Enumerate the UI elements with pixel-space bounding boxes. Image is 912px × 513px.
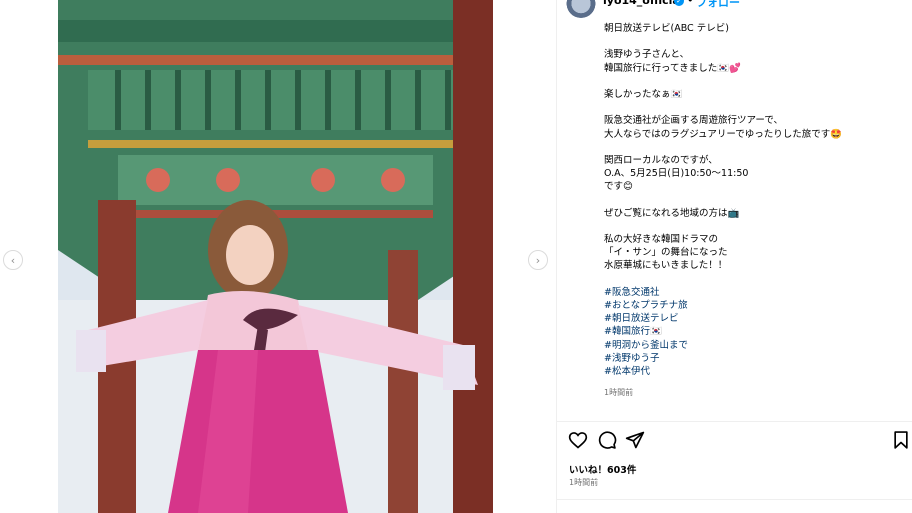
caption-line: 「イ・サン」の舞台になった — [604, 247, 728, 259]
next-arrow-icon[interactable]: › — [528, 250, 548, 270]
caption-timestamp: 1時間前 — [604, 388, 634, 397]
action-bar — [557, 430, 912, 452]
caption-gap — [604, 141, 904, 154]
caption-line: 水原華城にもいきました！！ — [604, 260, 728, 272]
post-sidebar: iyo14_official ✓ • フォロー ••• 朝日放送テレビ(ABC … — [556, 0, 912, 513]
caption-line: ぜひご覧になれる地域の方は📺 — [604, 207, 740, 219]
username-link[interactable]: iyo14_official — [603, 0, 684, 7]
caption-gap — [604, 273, 904, 286]
comment-icon[interactable] — [597, 430, 617, 450]
previous-arrow-icon[interactable]: ‹ — [3, 250, 23, 270]
bookmark-icon[interactable] — [891, 430, 911, 450]
post-header: iyo14_official ✓ • フォロー ••• — [557, 0, 912, 20]
caption-gap — [604, 193, 904, 206]
more-options-icon[interactable]: ••• — [893, 0, 912, 7]
caption-gap — [604, 75, 904, 88]
hashtag-link[interactable]: #おとなプラチナ旅 — [604, 299, 904, 312]
caption-gap — [604, 101, 904, 114]
hashtag-link[interactable]: #浅野ゆう子 — [604, 352, 904, 365]
caption-line: です😊 — [604, 181, 633, 193]
avatar[interactable] — [565, 0, 597, 18]
follow-button[interactable]: フォロー — [696, 0, 740, 10]
divider — [557, 421, 912, 422]
caption-line: O.A、5月25日(日)10:50〜11:50 — [604, 168, 749, 180]
caption-line: 浅野ゆう子さんと、 — [604, 49, 690, 61]
caption-line: 関西ローカルなのですが、 — [604, 154, 718, 166]
caption-line: 韓国旅行に行ってきました🇰🇷💕 — [604, 62, 741, 74]
likes-count[interactable]: いいね！603件 — [569, 462, 636, 476]
hashtag-link[interactable]: #韓国旅行🇰🇷 — [604, 325, 904, 338]
caption-gap — [604, 35, 904, 48]
caption-gap — [604, 220, 904, 233]
separator-dot: • — [687, 0, 694, 7]
photo-illustration — [58, 0, 493, 513]
caption-line: 阪急交通社が企画する周遊旅行ツアーで、 — [604, 115, 783, 127]
post-timestamp[interactable]: 1時間前 — [569, 477, 598, 488]
media-area: ‹ › — [0, 0, 555, 513]
post-caption: 朝日放送テレビ(ABC テレビ) 浅野ゆう子さんと、 韓国旅行に行ってきました🇰… — [604, 22, 904, 378]
hashtag-link[interactable]: #松本伊代 — [604, 365, 904, 378]
hashtag-link[interactable]: #阪急交通社 — [604, 286, 904, 299]
caption-line: 大人ならではのラグジュアリーでゆったりした旅です🤩 — [604, 128, 843, 140]
hashtag-link[interactable]: #明洞から釜山まで — [604, 339, 904, 352]
divider — [557, 499, 912, 500]
caption-line: 朝日放送テレビ(ABC テレビ) — [604, 23, 729, 34]
caption-line: 楽しかったなぁ🇰🇷 — [604, 88, 683, 100]
heart-icon[interactable] — [568, 430, 588, 450]
hashtag-link[interactable]: #朝日放送テレビ — [604, 312, 904, 325]
caption-line: 私の大好きな韓国ドラマの — [604, 234, 719, 245]
share-icon[interactable] — [625, 430, 645, 450]
post-photo[interactable] — [58, 0, 493, 513]
